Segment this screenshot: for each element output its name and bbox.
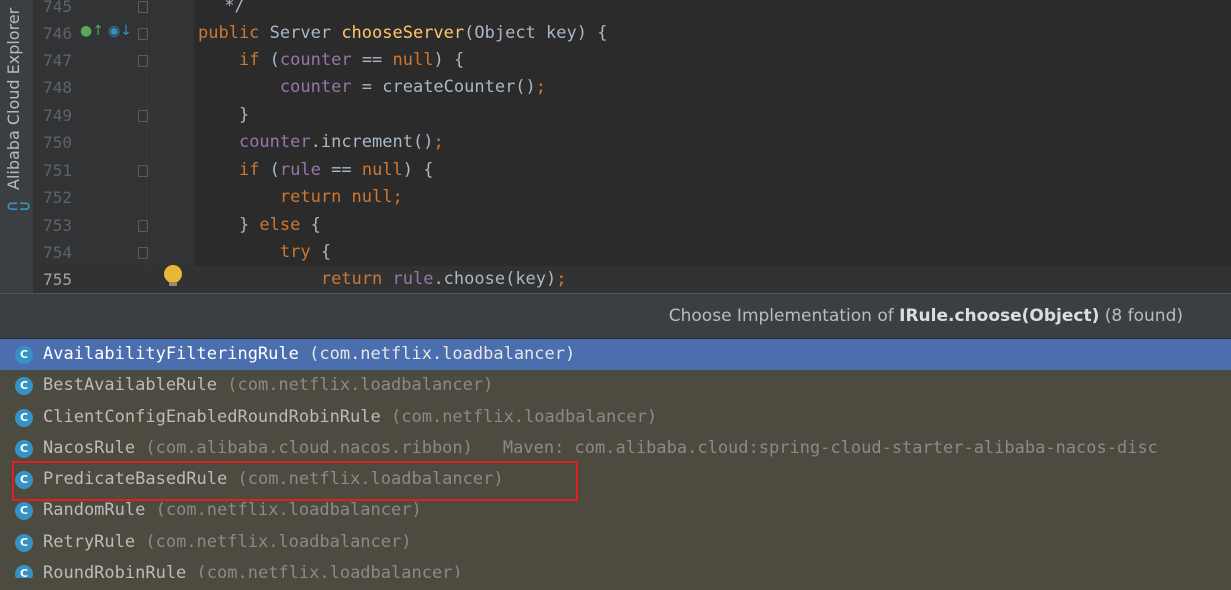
class-name: AvailabilityFilteringRule bbox=[43, 344, 299, 364]
popup-title: Choose Implementation of IRule.choose(Ob… bbox=[668, 306, 1183, 326]
fold-marker-icon[interactable] bbox=[138, 110, 148, 122]
code-text: counter = createCounter(); bbox=[279, 77, 547, 97]
class-name: BestAvailableRule bbox=[43, 375, 217, 396]
code-text: } else { bbox=[198, 215, 321, 235]
line-number: 746 bbox=[43, 24, 72, 43]
package-name: (com.netflix.loadbalancer) bbox=[227, 375, 494, 396]
line-number: 750 bbox=[43, 133, 72, 152]
maven-source: Maven: com.alibaba.cloud:spring-cloud-st… bbox=[502, 437, 1158, 458]
tool-window-strip: Alibaba Cloud Explorer ⊂⊃ bbox=[0, 0, 34, 293]
list-item[interactable]: C ClientConfigEnabledRoundRobinRule (com… bbox=[0, 402, 1231, 433]
package-name: (com.netflix.loadbalancer) bbox=[309, 344, 576, 364]
class-name: RandomRule bbox=[43, 500, 146, 521]
class-name: NacosRule bbox=[43, 437, 136, 458]
class-icon: C bbox=[15, 377, 33, 396]
fold-marker-icon[interactable] bbox=[138, 220, 148, 232]
line-number: 755 bbox=[43, 270, 72, 289]
code-text: counter.increment(); bbox=[238, 132, 444, 152]
code-line: 751 if (rule == null) { bbox=[34, 157, 1231, 184]
alibaba-cloud-explorer-tab[interactable]: Alibaba Cloud Explorer bbox=[4, 8, 23, 190]
class-icon: C bbox=[15, 408, 33, 427]
list-item[interactable]: C NacosRule (com.alibaba.cloud.nacos.rib… bbox=[0, 433, 1231, 464]
popup-header: Choose Implementation of IRule.choose(Ob… bbox=[0, 294, 1231, 339]
popup-bottom-edge bbox=[0, 578, 1231, 590]
class-name: RetryRule bbox=[43, 531, 136, 552]
code-line: 746 public Server chooseServer(Object ke… bbox=[34, 20, 1231, 47]
code-line: 748 counter = createCounter(); bbox=[34, 74, 1231, 101]
fold-marker-icon[interactable] bbox=[138, 1, 148, 13]
code-text: } bbox=[198, 105, 250, 125]
class-icon: C bbox=[15, 346, 33, 364]
code-line: 745 */ bbox=[34, 0, 1231, 20]
code-text: if (counter == null) { bbox=[238, 50, 465, 70]
class-name: ClientConfigEnabledRoundRobinRule bbox=[43, 406, 381, 427]
class-icon: C bbox=[15, 502, 33, 521]
overridden-method-icon[interactable]: ◉↓ bbox=[108, 23, 132, 39]
code-text: if (rule == null) { bbox=[238, 160, 434, 180]
line-number: 751 bbox=[43, 161, 72, 180]
code-text: public Server chooseServer(Object key) { bbox=[198, 23, 608, 43]
code-text: try { bbox=[279, 242, 332, 262]
fold-marker-icon[interactable] bbox=[138, 55, 148, 67]
package-name: (com.netflix.loadbalancer) bbox=[391, 406, 658, 427]
line-number: 745 bbox=[43, 0, 72, 16]
class-icon: C bbox=[15, 533, 33, 552]
code-line: 754 try { bbox=[34, 239, 1231, 266]
line-number: 748 bbox=[43, 78, 72, 97]
code-line-current: 755 return rule.choose(key); bbox=[34, 266, 1231, 293]
override-gutter-icons[interactable]: ●↑ ◉↓ bbox=[80, 23, 132, 39]
lightbulb-icon[interactable] bbox=[164, 265, 182, 286]
alibaba-cloud-icon[interactable]: ⊂⊃ bbox=[6, 197, 31, 215]
fold-marker-icon[interactable] bbox=[138, 247, 148, 259]
package-name: (com.alibaba.cloud.nacos.ribbon) bbox=[145, 437, 473, 458]
code-text: return rule.choose(key); bbox=[320, 269, 567, 289]
code-line: 752 return null; bbox=[34, 184, 1231, 211]
line-number: 754 bbox=[43, 243, 72, 262]
code-line: 750 counter.increment(); bbox=[34, 129, 1231, 156]
line-number: 747 bbox=[43, 51, 72, 70]
choose-implementation-popup: Choose Implementation of IRule.choose(Ob… bbox=[0, 293, 1231, 590]
code-line: 749 } bbox=[34, 102, 1231, 129]
list-item[interactable]: C BestAvailableRule (com.netflix.loadbal… bbox=[0, 370, 1231, 401]
class-icon: C bbox=[15, 439, 33, 458]
package-name: (com.netflix.loadbalancer) bbox=[145, 531, 412, 552]
implements-method-icon[interactable]: ●↑ bbox=[80, 23, 104, 39]
fold-marker-icon[interactable] bbox=[138, 28, 148, 40]
package-name: (com.netflix.loadbalancer) bbox=[155, 500, 422, 521]
line-number: 749 bbox=[43, 106, 72, 125]
line-number: 753 bbox=[43, 216, 72, 235]
code-text: */ bbox=[214, 0, 245, 16]
highlight-annotation-box bbox=[12, 461, 578, 501]
list-item[interactable]: C AvailabilityFilteringRule (com.netflix… bbox=[0, 339, 1231, 371]
code-line: 753 } else { bbox=[34, 212, 1231, 239]
code-text: return null; bbox=[279, 187, 403, 207]
line-number: 752 bbox=[43, 188, 72, 207]
list-item[interactable]: C RetryRule (com.netflix.loadbalancer) bbox=[0, 527, 1231, 558]
fold-marker-icon[interactable] bbox=[138, 165, 148, 177]
code-line: 747 if (counter == null) { bbox=[34, 47, 1231, 74]
